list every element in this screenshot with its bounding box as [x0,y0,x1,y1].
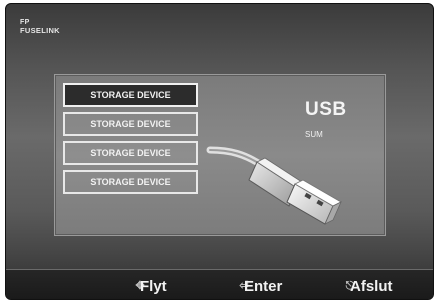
device-item-1[interactable]: STORAGE DEVICE [63,83,198,107]
help-bar: ✥ Flyt ⏎ Enter ⎋ Afslut [6,269,433,299]
device-item-3[interactable]: STORAGE DEVICE [63,141,198,165]
device-list: STORAGE DEVICE STORAGE DEVICE STORAGE DE… [63,83,198,199]
help-move-label: Flyt [140,277,167,295]
brand-name: FUSELINK [20,26,60,35]
help-enter-label: Enter [244,277,283,295]
help-enter[interactable]: ⏎ Enter [238,276,282,296]
device-item-4[interactable]: STORAGE DEVICE [63,170,198,194]
usb-title: USB [305,99,347,120]
screen-frame: FP FUSELINK STORAGE DEVICE STORAGE DEVIC… [5,3,434,300]
usb-plug-icon [206,146,342,225]
help-exit-label: Afslut [350,277,393,295]
brand-logo: FP FUSELINK [20,19,60,35]
help-exit[interactable]: ⎋ Afslut [344,276,393,296]
device-item-2[interactable]: STORAGE DEVICE [63,112,198,136]
source-panel: STORAGE DEVICE STORAGE DEVICE STORAGE DE… [54,74,386,236]
help-move[interactable]: ✥ Flyt [134,276,167,296]
